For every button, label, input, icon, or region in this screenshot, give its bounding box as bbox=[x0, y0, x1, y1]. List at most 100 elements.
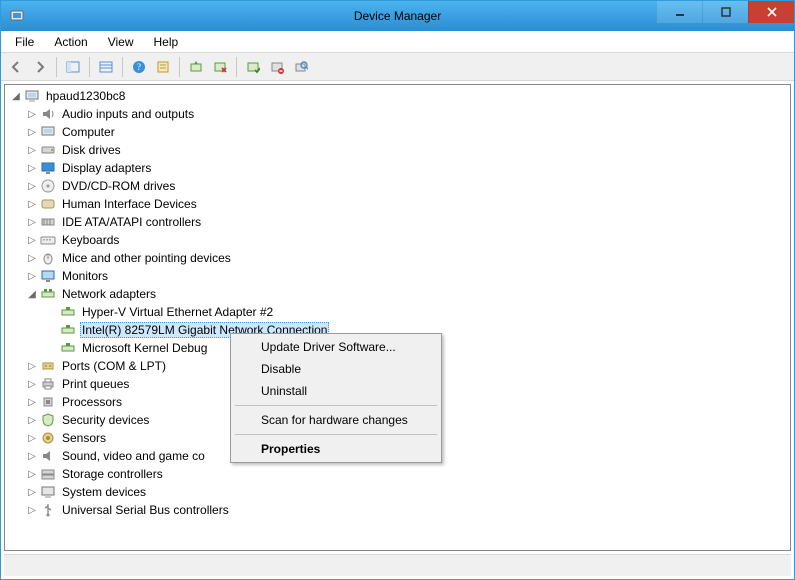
tree-category-computer[interactable]: ▷ Computer bbox=[5, 123, 790, 141]
svg-text:?: ? bbox=[137, 62, 141, 72]
monitor-icon bbox=[40, 268, 56, 284]
display-icon bbox=[40, 160, 56, 176]
expander-icon[interactable]: ▷ bbox=[25, 161, 39, 175]
tree-label: Computer bbox=[60, 125, 117, 139]
tree-label: Display adapters bbox=[60, 161, 153, 175]
expander-icon[interactable]: ▷ bbox=[25, 359, 39, 373]
tree-category-disk[interactable]: ▷ Disk drives bbox=[5, 141, 790, 159]
security-icon bbox=[40, 412, 56, 428]
ctx-update-driver[interactable]: Update Driver Software... bbox=[233, 336, 439, 358]
tree-category-monitors[interactable]: ▷ Monitors bbox=[5, 267, 790, 285]
tree-category-ide[interactable]: ▷ IDE ATA/ATAPI controllers bbox=[5, 213, 790, 231]
controller-icon bbox=[40, 214, 56, 230]
tree-category-hid[interactable]: ▷ Human Interface Devices bbox=[5, 195, 790, 213]
help-button[interactable]: ? bbox=[128, 56, 150, 78]
expander-icon[interactable]: ▷ bbox=[25, 107, 39, 121]
tree-root[interactable]: ◢ hpaud1230bc8 bbox=[5, 87, 790, 105]
close-button[interactable] bbox=[748, 1, 794, 23]
tree-label: Human Interface Devices bbox=[60, 197, 199, 211]
tree-label: Network adapters bbox=[60, 287, 158, 301]
ports-icon bbox=[40, 358, 56, 374]
enable-device-button[interactable] bbox=[242, 56, 264, 78]
disable-device-button[interactable] bbox=[209, 56, 231, 78]
forward-button[interactable] bbox=[29, 56, 51, 78]
tree-category-audio[interactable]: ▷ Audio inputs and outputs bbox=[5, 105, 790, 123]
tree-category-display[interactable]: ▷ Display adapters bbox=[5, 159, 790, 177]
expander-icon[interactable]: ▷ bbox=[25, 269, 39, 283]
tree-category-usb[interactable]: ▷ Universal Serial Bus controllers bbox=[5, 501, 790, 519]
tree-label: Storage controllers bbox=[60, 467, 165, 481]
ctx-scan-hardware[interactable]: Scan for hardware changes bbox=[233, 409, 439, 431]
ctx-properties[interactable]: Properties bbox=[233, 438, 439, 460]
tree-label: System devices bbox=[60, 485, 148, 499]
expander-icon[interactable]: ◢ bbox=[9, 89, 23, 103]
scan-hardware-button[interactable] bbox=[290, 56, 312, 78]
cpu-icon bbox=[40, 394, 56, 410]
menu-help[interactable]: Help bbox=[144, 33, 189, 51]
show-hide-tree-button[interactable] bbox=[62, 56, 84, 78]
keyboard-icon bbox=[40, 232, 56, 248]
tree-category-keyboard[interactable]: ▷ Keyboards bbox=[5, 231, 790, 249]
tree-label: Universal Serial Bus controllers bbox=[60, 503, 231, 517]
network-adapter-icon bbox=[60, 340, 76, 356]
expander-icon[interactable]: ▷ bbox=[25, 215, 39, 229]
sensor-icon bbox=[40, 430, 56, 446]
expander-icon[interactable]: ▷ bbox=[25, 197, 39, 211]
update-driver-button[interactable] bbox=[185, 56, 207, 78]
expander-icon[interactable]: ▷ bbox=[25, 179, 39, 193]
minimize-button[interactable] bbox=[656, 1, 702, 23]
expander-icon[interactable]: ▷ bbox=[25, 233, 39, 247]
network-adapter-icon bbox=[60, 322, 76, 338]
expander-icon[interactable]: ▷ bbox=[25, 503, 39, 517]
speaker-icon bbox=[40, 448, 56, 464]
tree-label: Microsoft Kernel Debug bbox=[80, 341, 209, 355]
menu-action[interactable]: Action bbox=[44, 33, 97, 51]
separator bbox=[122, 57, 123, 77]
tree-label: Audio inputs and outputs bbox=[60, 107, 196, 121]
maximize-button[interactable] bbox=[702, 1, 748, 23]
expander-icon[interactable]: ◢ bbox=[25, 287, 39, 301]
expander-spacer bbox=[45, 341, 59, 355]
expander-icon[interactable]: ▷ bbox=[25, 143, 39, 157]
tree-label: IDE ATA/ATAPI controllers bbox=[60, 215, 203, 229]
separator bbox=[235, 434, 437, 435]
expander-icon[interactable]: ▷ bbox=[25, 485, 39, 499]
expander-icon[interactable]: ▷ bbox=[25, 449, 39, 463]
tree-device-hyperv[interactable]: Hyper-V Virtual Ethernet Adapter #2 bbox=[5, 303, 790, 321]
back-button[interactable] bbox=[5, 56, 27, 78]
detail-view-button[interactable] bbox=[95, 56, 117, 78]
tree-label: Ports (COM & LPT) bbox=[60, 359, 168, 373]
tree-category-network[interactable]: ◢ Network adapters bbox=[5, 285, 790, 303]
tree-label: hpaud1230bc8 bbox=[44, 89, 127, 103]
tree-category-mice[interactable]: ▷ Mice and other pointing devices bbox=[5, 249, 790, 267]
menu-file[interactable]: File bbox=[5, 33, 44, 51]
tree-label: Security devices bbox=[60, 413, 151, 427]
tree-label: Keyboards bbox=[60, 233, 121, 247]
hid-icon bbox=[40, 196, 56, 212]
expander-icon[interactable]: ▷ bbox=[25, 251, 39, 265]
tree-category-storage[interactable]: ▷ Storage controllers bbox=[5, 465, 790, 483]
expander-icon[interactable]: ▷ bbox=[25, 467, 39, 481]
tree-label: Disk drives bbox=[60, 143, 123, 157]
tree-category-dvd[interactable]: ▷ DVD/CD-ROM drives bbox=[5, 177, 790, 195]
menu-view[interactable]: View bbox=[98, 33, 144, 51]
expander-icon[interactable]: ▷ bbox=[25, 395, 39, 409]
expander-icon[interactable]: ▷ bbox=[25, 377, 39, 391]
properties-button[interactable] bbox=[152, 56, 174, 78]
expander-icon[interactable]: ▷ bbox=[25, 125, 39, 139]
system-icon bbox=[40, 484, 56, 500]
statusbar bbox=[4, 554, 791, 576]
tree-category-system[interactable]: ▷ System devices bbox=[5, 483, 790, 501]
device-tree[interactable]: ◢ hpaud1230bc8 ▷ Audio inputs and output… bbox=[4, 84, 791, 551]
uninstall-device-button[interactable] bbox=[266, 56, 288, 78]
computer-icon bbox=[24, 88, 40, 104]
ctx-uninstall[interactable]: Uninstall bbox=[233, 380, 439, 402]
printer-icon bbox=[40, 376, 56, 392]
expander-icon[interactable]: ▷ bbox=[25, 413, 39, 427]
window-controls bbox=[656, 1, 794, 31]
tree-label: Print queues bbox=[60, 377, 131, 391]
disc-icon bbox=[40, 178, 56, 194]
expander-icon[interactable]: ▷ bbox=[25, 431, 39, 445]
app-icon bbox=[9, 8, 25, 24]
ctx-disable[interactable]: Disable bbox=[233, 358, 439, 380]
